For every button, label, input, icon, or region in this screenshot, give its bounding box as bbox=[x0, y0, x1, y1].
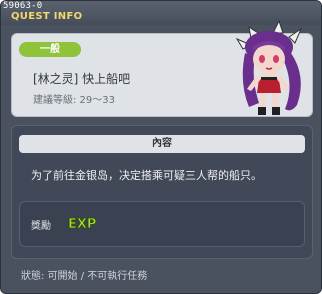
exp-icon: EXP bbox=[68, 217, 97, 231]
window-title: QUEST INFO bbox=[11, 11, 83, 22]
npc-portrait-icon bbox=[235, 19, 303, 115]
quest-description: 为了前往金银岛，决定搭乘可疑三人帮的船只。 bbox=[31, 169, 262, 182]
content-header: 內容 bbox=[19, 135, 305, 153]
quest-status: 狀態: 可開始 / 不可執行任務 bbox=[21, 271, 148, 282]
exp-icon-text: EXP bbox=[68, 217, 96, 231]
recommended-level: 建議等級: 29～33 bbox=[33, 95, 115, 106]
reward-label: 獎勵 bbox=[31, 221, 51, 232]
reward-box bbox=[19, 201, 305, 247]
quest-name: [林之灵] 快上船吧 bbox=[33, 72, 131, 86]
quest-info-window: 59063-0 QUEST INFO 一般 [林之灵] 快上船吧 建議等級: 2… bbox=[0, 0, 322, 294]
difficulty-badge: 一般 bbox=[19, 42, 81, 57]
quest-id: 59063-0 bbox=[3, 1, 43, 11]
